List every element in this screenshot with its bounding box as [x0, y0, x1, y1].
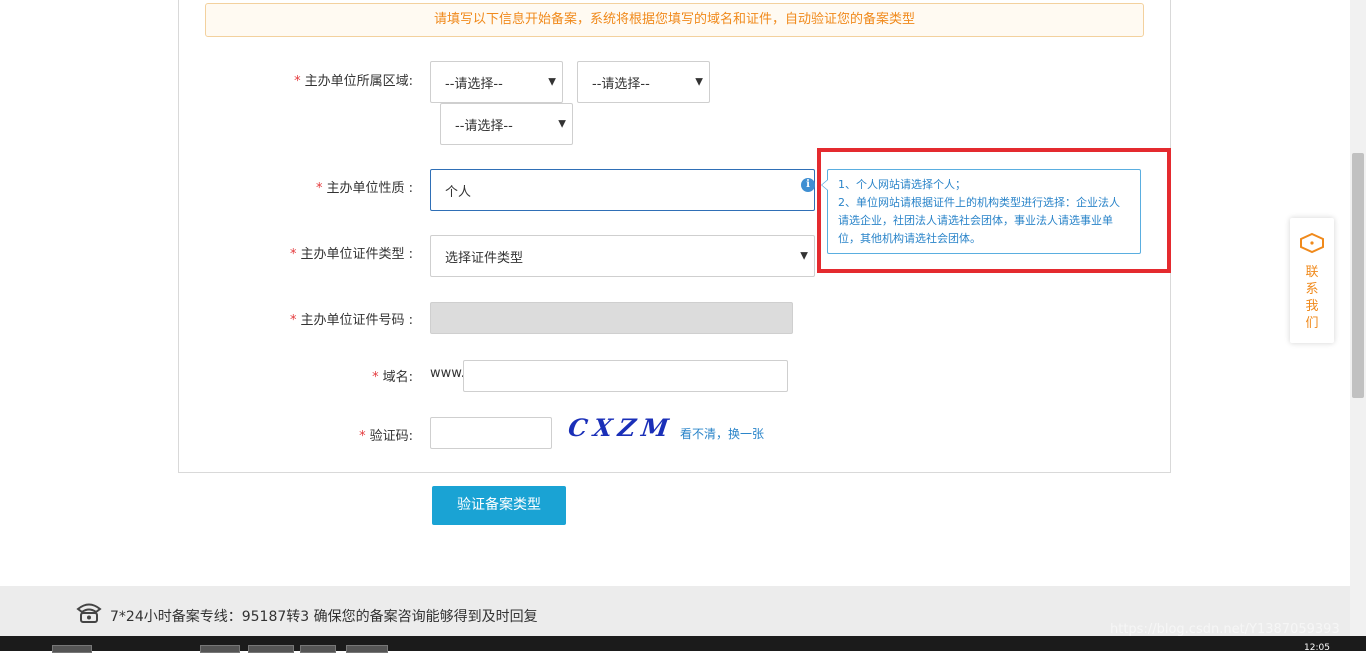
scrollbar-thumb[interactable] [1352, 153, 1364, 398]
contact-char: 联 [1305, 265, 1319, 280]
taskbar-button[interactable] [346, 645, 388, 653]
captcha-input[interactable] [430, 417, 552, 449]
contact-char: 系 [1305, 282, 1319, 297]
domain-prefix: www. [430, 366, 465, 381]
highlight-box [817, 148, 1171, 273]
contact-char: 们 [1305, 316, 1319, 331]
dropdown-arrow-icon: ▼ [558, 118, 566, 130]
taskbar-button[interactable] [300, 645, 336, 653]
captcha-label: * 验证码: [359, 429, 413, 444]
info-icon[interactable]: i [801, 178, 815, 192]
dropdown-arrow-icon: ▼ [800, 250, 808, 262]
domain-label: * 域名: [372, 370, 413, 385]
dropdown-arrow-icon: ▼ [695, 76, 703, 88]
region-province-select[interactable]: --请选择-- ▼ [430, 61, 563, 103]
nature-select[interactable]: 个人 [430, 169, 815, 211]
region-district-select[interactable]: --请选择-- ▼ [440, 103, 573, 145]
cert-number-label: * 主办单位证件号码 : [289, 313, 413, 328]
contact-char: 我 [1305, 299, 1319, 314]
domain-input[interactable] [463, 360, 788, 392]
nature-label: * 主办单位性质 : [315, 181, 413, 196]
hotline-text: 7*24小时备案专线：95187转3 确保您的备案咨询能够得到及时回复 [110, 609, 538, 625]
region-label: * 主办单位所属区域: [294, 74, 413, 89]
notice-banner: 请填写以下信息开始备案，系统将根据您填写的域名和证件，自动验证您的备案类型 [205, 3, 1144, 37]
taskbar-button[interactable] [248, 645, 294, 653]
taskbar-button[interactable] [200, 645, 240, 653]
phone-icon [76, 603, 102, 623]
watermark-text: https://blog.csdn.net/Y1387059393 [1110, 622, 1340, 637]
region-city-select[interactable]: --请选择-- ▼ [577, 61, 710, 103]
captcha-image[interactable]: CXZM [565, 413, 676, 449]
dropdown-arrow-icon: ▼ [548, 76, 556, 88]
cert-type-select[interactable]: 选择证件类型 ▼ [430, 235, 815, 277]
taskbar-button[interactable] [52, 645, 92, 653]
verify-button[interactable]: 验证备案类型 [432, 486, 566, 525]
contact-us-widget[interactable]: 联 系 我 们 [1290, 218, 1334, 343]
cube-icon [1300, 232, 1324, 254]
cert-type-label: * 主办单位证件类型 : [289, 247, 413, 262]
cert-number-input[interactable] [430, 302, 793, 334]
required-mark: * [294, 74, 301, 89]
clock: 12:05 [1304, 643, 1330, 653]
captcha-refresh-link[interactable]: 看不清，换一张 [680, 425, 764, 442]
